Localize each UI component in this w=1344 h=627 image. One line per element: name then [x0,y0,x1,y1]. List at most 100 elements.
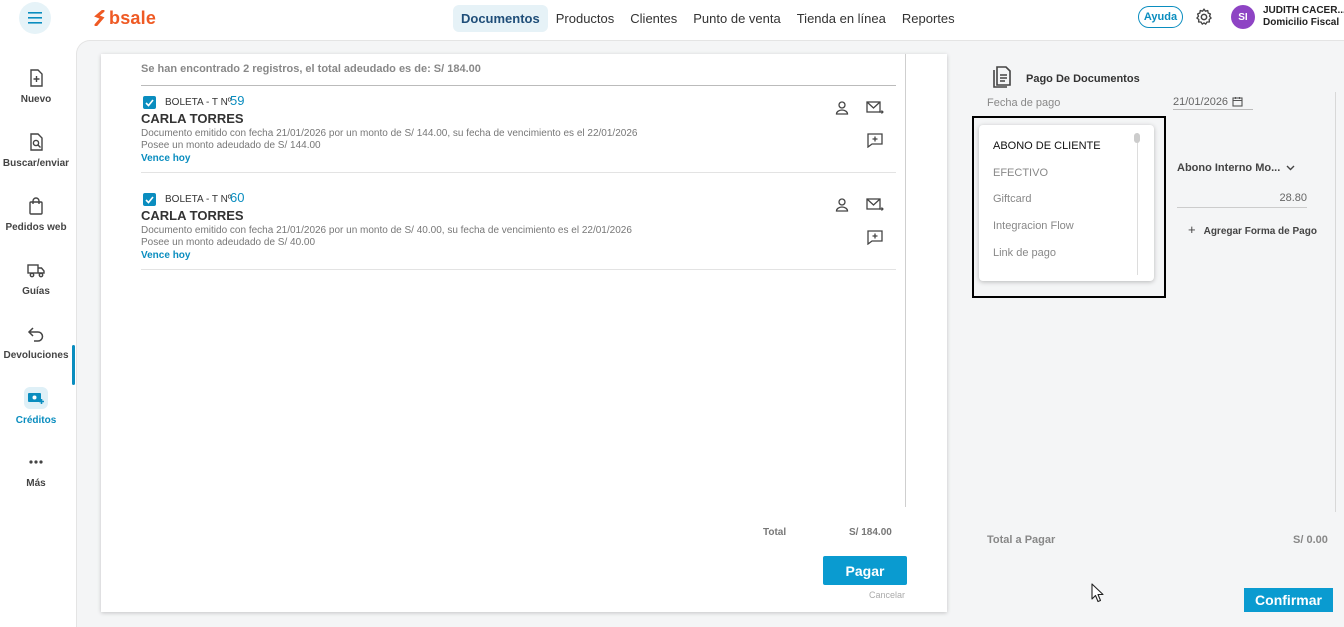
list-item: BOLETA - T Nº 60 CARLA TORRES Documento … [141,190,896,271]
chevron-down-icon [1286,165,1295,171]
user-icon[interactable] [833,100,851,116]
sidebar-item-label: Más [26,478,46,489]
payment-method-dropdown[interactable]: ABONO DE CLIENTE EFECTIVO Giftcard Integ… [979,125,1154,281]
nav-punto-de-venta[interactable]: Punto de venta [685,5,788,32]
payment-method-value: Abono Interno Mo... [1177,162,1281,174]
sidebar-item-pedidos-web[interactable]: Pedidos web [0,196,72,246]
due-link[interactable]: Vence hoy [141,250,190,261]
divider [141,269,896,270]
pay-button[interactable]: Pagar [823,556,907,585]
documents-summary: Se han encontrado 2 registros, el total … [141,63,481,75]
sidebar-item-mas[interactable]: Más [0,452,72,502]
dropdown-option[interactable]: EFECTIVO [993,167,1048,179]
dropdown-scrollbar[interactable] [1137,133,1138,275]
due-link[interactable]: Vence hoy [141,153,190,164]
add-payment-method-button[interactable]: + Agregar Forma de Pago [1188,222,1317,237]
total-to-pay-label: Total a Pagar [987,534,1056,546]
owed-amount: Posee un monto adeudado de S/ 144.00 [141,140,321,151]
truck-icon [27,264,45,278]
payment-date-value: 21/01/2026 [1173,95,1229,108]
sidebar-item-label: Nuevo [20,94,52,105]
check-icon [145,195,154,204]
gear-icon[interactable] [1194,7,1214,27]
dropdown-option[interactable]: Integracion Flow [993,220,1074,232]
main-nav: Documentos Productos Clientes Punto de v… [453,5,963,32]
sidebar-item-creditos[interactable]: Créditos [0,387,72,437]
new-document-icon [30,69,43,87]
sidebar: Nuevo Buscar/enviar Pedidos web Guías De… [0,40,76,627]
bsale-logo-icon [94,10,105,26]
dropdown-scroll-thumb[interactable] [1134,133,1140,143]
total-to-pay-value: S/ 0.00 [1293,534,1328,546]
document-checkbox[interactable] [143,193,156,206]
dropdown-option[interactable]: ABONO DE CLIENTE [993,140,1101,152]
credits-icon [28,393,44,404]
payment-date-field[interactable]: 21/01/2026 [1173,94,1253,110]
avatar[interactable]: SI [1231,5,1255,29]
document-type: BOLETA - T Nº [165,97,232,108]
user-branch: Domicilio Fiscal [1263,17,1340,28]
hamburger-menu-button[interactable] [19,2,51,34]
cancel-link[interactable]: Cancelar [869,590,905,600]
user-icon[interactable] [833,197,851,213]
sidebar-item-nuevo[interactable]: Nuevo [0,68,72,118]
sidebar-item-label: Pedidos web [5,222,67,233]
calendar-icon [1232,97,1243,107]
check-icon [145,98,154,107]
nav-documentos[interactable]: Documentos [453,5,548,32]
nav-clientes[interactable]: Clientes [622,5,685,32]
search-document-icon [30,133,43,151]
nav-reportes[interactable]: Reportes [894,5,963,32]
add-comment-icon[interactable] [866,229,884,245]
user-name[interactable]: JUDITH CACER... [1263,5,1344,16]
confirm-button[interactable]: Confirmar [1244,588,1333,612]
send-mail-icon[interactable] [866,197,884,213]
top-bar: bsale Documentos Productos Clientes Punt… [0,0,1344,40]
payment-panel-title: Pago De Documentos [1026,73,1140,85]
sidebar-item-label: Créditos [15,415,57,426]
payment-amount-input[interactable]: 28.80 [1177,192,1307,208]
more-dots-icon [29,460,43,464]
sidebar-item-guias[interactable]: Guías [0,260,72,310]
add-payment-method-label: Agregar Forma de Pago [1203,226,1317,237]
panel-scrollbar-track[interactable] [1335,92,1336,512]
sidebar-active-indicator [72,345,75,385]
dropdown-option[interactable]: Link de pago [993,247,1056,259]
hamburger-icon [28,12,42,24]
document-number[interactable]: 60 [230,190,244,205]
payment-method-select[interactable]: Abono Interno Mo... [1177,162,1295,174]
add-comment-icon[interactable] [866,132,884,148]
divider [141,85,896,86]
brand-logo[interactable]: bsale [94,8,156,28]
client-name: CARLA TORRES [141,111,244,126]
document-description: Documento emitido con fecha 21/01/2026 p… [141,128,638,139]
sidebar-item-buscar-enviar[interactable]: Buscar/enviar [0,132,72,182]
nav-productos[interactable]: Productos [548,5,623,32]
shopping-bag-icon [29,197,43,215]
return-arrow-icon [27,327,44,342]
client-name: CARLA TORRES [141,208,244,223]
sidebar-item-label: Guías [22,286,50,297]
document-number[interactable]: 59 [230,93,244,108]
plus-icon: + [1188,222,1196,237]
sidebar-item-label: Devoluciones [3,350,69,361]
credits-icon-wrap [24,387,48,409]
document-checkbox[interactable] [143,96,156,109]
owed-amount: Posee un monto adeudado de S/ 40.00 [141,237,316,248]
brand-name: bsale [109,7,157,28]
card-scrollbar-track[interactable] [905,54,906,507]
help-button[interactable]: Ayuda [1138,6,1183,28]
documents-icon [993,66,1011,88]
total-value: S/ 184.00 [849,527,892,538]
mouse-cursor-icon [1091,583,1104,603]
payment-date-label: Fecha de pago [987,97,1061,109]
divider [141,172,896,173]
dropdown-option[interactable]: Giftcard [993,193,1032,205]
document-type: BOLETA - T Nº [165,194,232,205]
sidebar-item-label: Buscar/enviar [2,158,70,169]
document-description: Documento emitido con fecha 21/01/2026 p… [141,225,632,236]
nav-tienda-en-linea[interactable]: Tienda en línea [789,5,894,32]
send-mail-icon[interactable] [866,100,884,116]
sidebar-item-devoluciones[interactable]: Devoluciones [0,324,72,374]
total-label: Total [763,527,787,538]
